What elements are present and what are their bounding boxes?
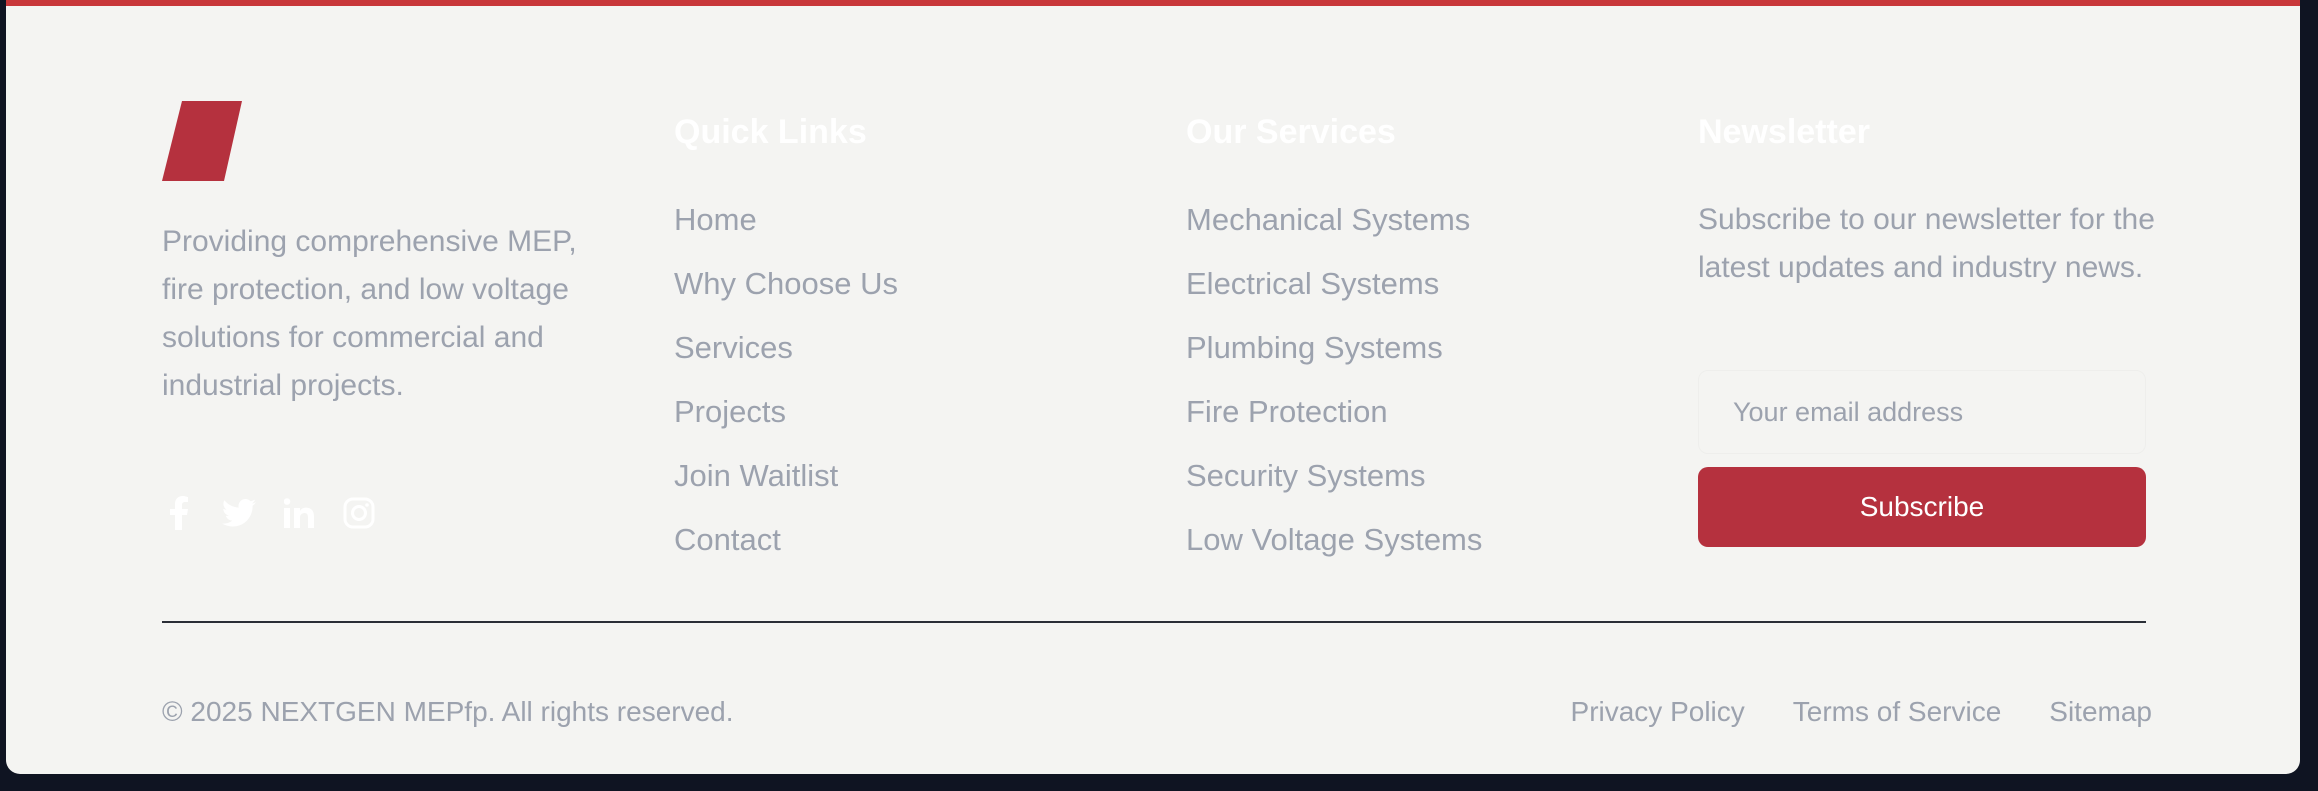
parallelogram-logo-icon[interactable]	[162, 101, 242, 181]
copyright-text: © 2025 NEXTGEN MEPfp. All rights reserve…	[162, 696, 734, 727]
quick-link-projects[interactable]: Projects	[674, 388, 898, 452]
quick-link-home[interactable]: Home	[674, 196, 898, 260]
social-links	[162, 496, 376, 530]
quick-links-heading: Quick Links	[674, 113, 867, 151]
quick-link-join-waitlist[interactable]: Join Waitlist	[674, 452, 898, 516]
service-link-plumbing[interactable]: Plumbing Systems	[1186, 324, 1482, 388]
services-list: Mechanical Systems Electrical Systems Pl…	[1186, 196, 1482, 580]
quick-links-list: Home Why Choose Us Services Projects Joi…	[674, 196, 898, 580]
terms-of-service-link[interactable]: Terms of Service	[1793, 694, 2002, 730]
twitter-icon[interactable]	[222, 496, 256, 530]
privacy-policy-link[interactable]: Privacy Policy	[1571, 694, 1745, 730]
facebook-icon[interactable]	[162, 496, 196, 530]
quick-link-services[interactable]: Services	[674, 324, 898, 388]
newsletter-heading: Newsletter	[1698, 113, 1870, 151]
quick-link-why-choose-us[interactable]: Why Choose Us	[674, 260, 898, 324]
legal-links: Privacy Policy Terms of Service Sitemap	[1571, 694, 2152, 730]
service-link-fire-protection[interactable]: Fire Protection	[1186, 388, 1482, 452]
instagram-icon[interactable]	[342, 496, 376, 530]
email-input[interactable]	[1698, 370, 2146, 454]
service-link-mechanical[interactable]: Mechanical Systems	[1186, 196, 1482, 260]
subscribe-button[interactable]: Subscribe	[1698, 467, 2146, 547]
quick-link-contact[interactable]: Contact	[674, 516, 898, 580]
footer-divider	[162, 621, 2146, 623]
service-link-low-voltage[interactable]: Low Voltage Systems	[1186, 516, 1482, 580]
sitemap-link[interactable]: Sitemap	[2049, 694, 2152, 730]
service-link-security[interactable]: Security Systems	[1186, 452, 1482, 516]
services-heading: Our Services	[1186, 113, 1396, 151]
brand-description: Providing comprehensive MEP, fire protec…	[162, 225, 577, 402]
service-link-electrical[interactable]: Electrical Systems	[1186, 260, 1482, 324]
newsletter-description: Subscribe to our newsletter for the late…	[1698, 203, 2155, 284]
site-footer: Providing comprehensive MEP, fire protec…	[6, 0, 2300, 774]
linkedin-icon[interactable]	[282, 496, 316, 530]
